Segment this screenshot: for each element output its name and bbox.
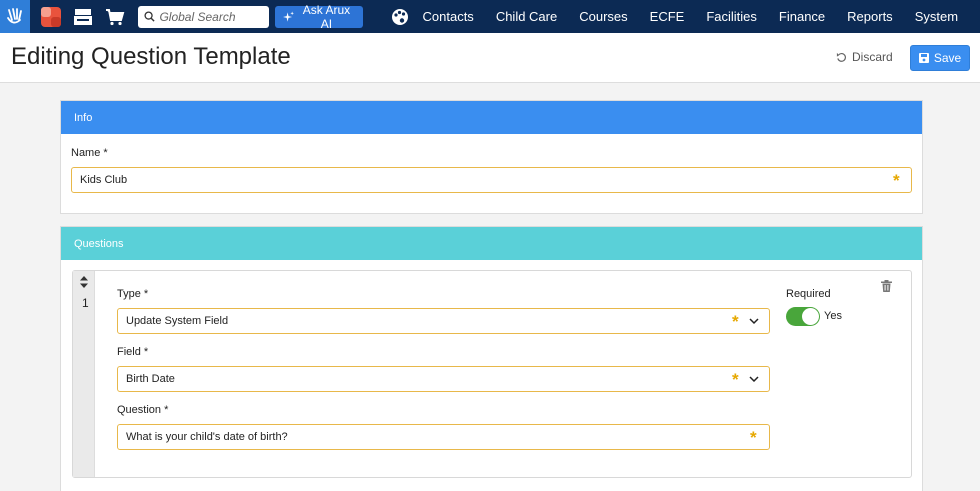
app-tile-button[interactable]: [40, 5, 62, 29]
required-star-icon: *: [732, 370, 739, 389]
undo-icon: [836, 52, 846, 62]
cash-register-icon: [74, 8, 93, 25]
home-logo[interactable]: [0, 0, 31, 33]
question-item: 1 Type * Update System Field * Field * B…: [72, 270, 912, 478]
page-header: Editing Question Template Discard Save: [0, 33, 980, 83]
required-value: Yes: [824, 310, 842, 322]
type-select[interactable]: Update System Field: [117, 308, 770, 334]
menu-finance[interactable]: Finance: [779, 9, 825, 24]
menu-contacts[interactable]: Contacts: [423, 9, 474, 24]
top-nav: Ask Arux AI Contacts Child Care Courses …: [0, 0, 980, 33]
type-label: Type *: [117, 288, 149, 300]
menu-system[interactable]: System: [915, 9, 958, 24]
page-title: Editing Question Template: [11, 43, 291, 70]
required-star-icon: *: [893, 171, 900, 190]
menu-ecfe[interactable]: ECFE: [650, 9, 685, 24]
cart-button[interactable]: [104, 5, 126, 29]
palette-icon: [391, 8, 408, 25]
question-input[interactable]: What is your child's date of birth?: [117, 424, 770, 450]
name-value: Kids Club: [80, 174, 128, 186]
floppy-icon: [918, 53, 929, 63]
required-toggle[interactable]: [786, 307, 820, 326]
ask-ai-label: Ask Arux AI: [302, 2, 351, 31]
drag-handle[interactable]: 1: [73, 271, 95, 477]
menu-reports[interactable]: Reports: [847, 9, 893, 24]
toggle-knob: [802, 308, 819, 325]
chevron-down-icon: [749, 318, 759, 325]
field-select[interactable]: Birth Date: [117, 366, 770, 392]
sparkle-icon: [283, 11, 295, 22]
type-value: Update System Field: [126, 315, 229, 327]
main-menu: Contacts Child Care Courses ECFE Facilit…: [423, 9, 980, 24]
trash-icon[interactable]: [881, 280, 892, 292]
discard-label: Discard: [852, 50, 893, 64]
cart-icon: [106, 8, 125, 25]
required-label: Required: [786, 288, 831, 300]
app-tile-icon: [41, 6, 62, 27]
field-label: Field *: [117, 346, 149, 358]
search-input[interactable]: [159, 9, 270, 24]
questions-card: Questions 1 Type * Update System Field *…: [60, 226, 923, 491]
chevron-down-icon: [749, 376, 759, 383]
sort-arrows-icon: [80, 276, 88, 288]
menu-child-care[interactable]: Child Care: [496, 9, 557, 24]
search-icon: [144, 11, 156, 22]
info-card: Info Name * Kids Club *: [60, 100, 923, 214]
menu-courses[interactable]: Courses: [579, 9, 627, 24]
info-card-title: Info: [61, 101, 922, 134]
theme-button[interactable]: [391, 8, 409, 26]
save-button[interactable]: Save: [910, 45, 970, 71]
name-label: Name *: [71, 147, 108, 159]
cash-register-button[interactable]: [72, 5, 94, 29]
question-number: 1: [82, 296, 89, 310]
question-value: What is your child's date of birth?: [126, 431, 288, 443]
required-star-icon: *: [750, 428, 757, 447]
menu-facilities[interactable]: Facilities: [706, 9, 757, 24]
discard-button[interactable]: Discard: [836, 50, 893, 64]
questions-card-title: Questions: [61, 227, 922, 260]
global-search[interactable]: [138, 5, 270, 28]
required-star-icon: *: [732, 312, 739, 331]
save-label: Save: [933, 51, 962, 65]
hands-logo-icon: [7, 7, 23, 23]
field-value: Birth Date: [126, 373, 175, 385]
question-label: Question *: [117, 404, 169, 416]
name-input[interactable]: Kids Club: [71, 167, 912, 193]
ask-ai-button[interactable]: Ask Arux AI: [275, 2, 363, 31]
